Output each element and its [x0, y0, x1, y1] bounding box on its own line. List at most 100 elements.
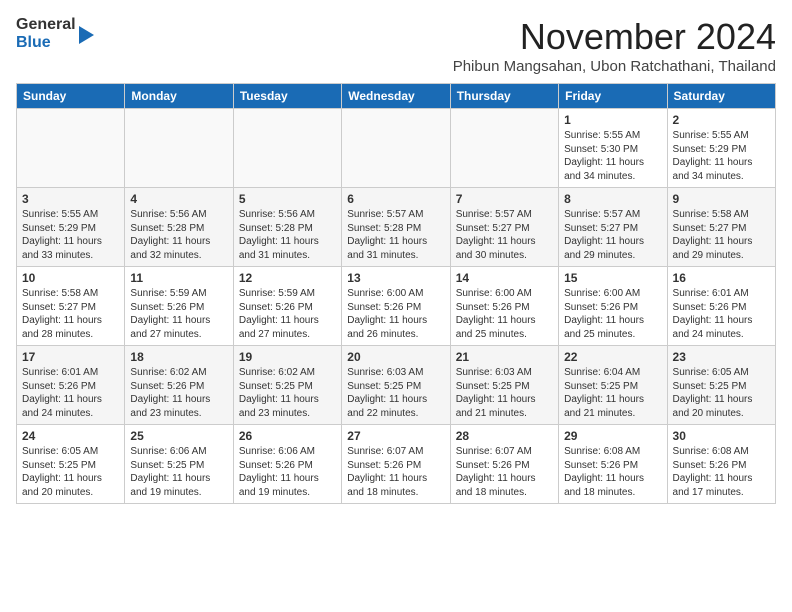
day-info: Sunrise: 5:55 AMSunset: 5:29 PMDaylight:…	[673, 129, 770, 183]
day-number: 4	[130, 192, 227, 206]
day-number: 22	[564, 350, 661, 364]
calendar-cell: 11 Sunrise: 5:59 AMSunset: 5:26 PMDayligh…	[125, 267, 233, 346]
calendar-header-tuesday: Tuesday	[233, 84, 341, 109]
logo-general: General	[16, 16, 76, 34]
day-number: 23	[673, 350, 770, 364]
day-number: 9	[673, 192, 770, 206]
day-number: 12	[239, 271, 336, 285]
day-info: Sunrise: 6:00 AMSunset: 5:26 PMDaylight:…	[564, 287, 661, 341]
day-info: Sunrise: 6:06 AMSunset: 5:25 PMDaylight:…	[130, 445, 227, 499]
calendar-week-4: 17 Sunrise: 6:01 AMSunset: 5:26 PMDayligh…	[17, 346, 776, 425]
day-number: 5	[239, 192, 336, 206]
day-number: 24	[22, 429, 119, 443]
day-info: Sunrise: 6:01 AMSunset: 5:26 PMDaylight:…	[673, 287, 770, 341]
calendar-header-monday: Monday	[125, 84, 233, 109]
calendar-cell: 12 Sunrise: 5:59 AMSunset: 5:26 PMDayligh…	[233, 267, 341, 346]
calendar-week-5: 24 Sunrise: 6:05 AMSunset: 5:25 PMDayligh…	[17, 425, 776, 504]
day-info: Sunrise: 6:08 AMSunset: 5:26 PMDaylight:…	[673, 445, 770, 499]
day-number: 10	[22, 271, 119, 285]
day-number: 16	[673, 271, 770, 285]
day-info: Sunrise: 6:00 AMSunset: 5:26 PMDaylight:…	[347, 287, 444, 341]
day-info: Sunrise: 5:59 AMSunset: 5:26 PMDaylight:…	[130, 287, 227, 341]
calendar-cell: 24 Sunrise: 6:05 AMSunset: 5:25 PMDayligh…	[17, 425, 125, 504]
day-info: Sunrise: 5:55 AMSunset: 5:29 PMDaylight:…	[22, 208, 119, 262]
day-number: 26	[239, 429, 336, 443]
calendar-cell: 29 Sunrise: 6:08 AMSunset: 5:26 PMDayligh…	[559, 425, 667, 504]
day-number: 20	[347, 350, 444, 364]
calendar-cell: 4 Sunrise: 5:56 AMSunset: 5:28 PMDaylight…	[125, 188, 233, 267]
day-info: Sunrise: 6:03 AMSunset: 5:25 PMDaylight:…	[347, 366, 444, 420]
calendar-cell: 25Sunrise: 6:06 AMSunset: 5:25 PMDayligh…	[125, 425, 233, 504]
day-number: 28	[456, 429, 553, 443]
day-number: 6	[347, 192, 444, 206]
day-info: Sunrise: 5:57 AMSunset: 5:27 PMDaylight:…	[564, 208, 661, 262]
calendar-cell: 30 Sunrise: 6:08 AMSunset: 5:26 PMDayligh…	[667, 425, 775, 504]
day-number: 21	[456, 350, 553, 364]
calendar-cell: 17 Sunrise: 6:01 AMSunset: 5:26 PMDayligh…	[17, 346, 125, 425]
calendar-cell: 15 Sunrise: 6:00 AMSunset: 5:26 PMDayligh…	[559, 267, 667, 346]
day-info: Sunrise: 6:02 AMSunset: 5:26 PMDaylight:…	[130, 366, 227, 420]
day-info: Sunrise: 6:03 AMSunset: 5:25 PMDaylight:…	[456, 366, 553, 420]
calendar-cell: 27 Sunrise: 6:07 AMSunset: 5:26 PMDayligh…	[342, 425, 450, 504]
calendar-cell: 7Sunrise: 5:57 AMSunset: 5:27 PMDaylight…	[450, 188, 558, 267]
calendar-cell: 28 Sunrise: 6:07 AMSunset: 5:26 PMDayligh…	[450, 425, 558, 504]
calendar-cell: 18Sunrise: 6:02 AMSunset: 5:26 PMDayligh…	[125, 346, 233, 425]
day-info: Sunrise: 6:05 AMSunset: 5:25 PMDaylight:…	[673, 366, 770, 420]
title-block: November 2024 Phibun Mangsahan, Ubon Rat…	[453, 16, 776, 75]
logo-arrow-icon	[79, 26, 94, 44]
calendar-cell	[450, 109, 558, 188]
calendar-cell: 26Sunrise: 6:06 AMSunset: 5:26 PMDayligh…	[233, 425, 341, 504]
logo-blue: Blue	[16, 34, 76, 52]
calendar-cell: 16 Sunrise: 6:01 AMSunset: 5:26 PMDayligh…	[667, 267, 775, 346]
day-number: 8	[564, 192, 661, 206]
day-info: Sunrise: 5:59 AMSunset: 5:26 PMDaylight:…	[239, 287, 336, 341]
calendar-cell: 14Sunrise: 6:00 AMSunset: 5:26 PMDayligh…	[450, 267, 558, 346]
calendar-cell	[233, 109, 341, 188]
calendar-cell: 9 Sunrise: 5:58 AMSunset: 5:27 PMDaylight…	[667, 188, 775, 267]
day-info: Sunrise: 5:57 AMSunset: 5:28 PMDaylight:…	[347, 208, 444, 262]
calendar-cell: 23 Sunrise: 6:05 AMSunset: 5:25 PMDayligh…	[667, 346, 775, 425]
day-info: Sunrise: 6:08 AMSunset: 5:26 PMDaylight:…	[564, 445, 661, 499]
day-number: 11	[130, 271, 227, 285]
day-info: Sunrise: 6:01 AMSunset: 5:26 PMDaylight:…	[22, 366, 119, 420]
day-info: Sunrise: 5:57 AMSunset: 5:27 PMDaylight:…	[456, 208, 553, 262]
day-info: Sunrise: 5:55 AMSunset: 5:30 PMDaylight:…	[564, 129, 661, 183]
day-number: 27	[347, 429, 444, 443]
day-number: 30	[673, 429, 770, 443]
calendar-cell	[125, 109, 233, 188]
day-number: 13	[347, 271, 444, 285]
calendar-cell: 20 Sunrise: 6:03 AMSunset: 5:25 PMDayligh…	[342, 346, 450, 425]
calendar-header-sunday: Sunday	[17, 84, 125, 109]
calendar-table: SundayMondayTuesdayWednesdayThursdayFrid…	[16, 83, 776, 504]
day-number: 29	[564, 429, 661, 443]
calendar-cell: 13 Sunrise: 6:00 AMSunset: 5:26 PMDayligh…	[342, 267, 450, 346]
calendar-cell: 10 Sunrise: 5:58 AMSunset: 5:27 PMDayligh…	[17, 267, 125, 346]
day-number: 17	[22, 350, 119, 364]
day-info: Sunrise: 6:07 AMSunset: 5:26 PMDaylight:…	[456, 445, 553, 499]
calendar-cell: 19Sunrise: 6:02 AMSunset: 5:25 PMDayligh…	[233, 346, 341, 425]
day-number: 2	[673, 113, 770, 127]
calendar-cell	[342, 109, 450, 188]
calendar-cell: 5Sunrise: 5:56 AMSunset: 5:28 PMDaylight…	[233, 188, 341, 267]
calendar-week-3: 10 Sunrise: 5:58 AMSunset: 5:27 PMDayligh…	[17, 267, 776, 346]
day-info: Sunrise: 6:04 AMSunset: 5:25 PMDaylight:…	[564, 366, 661, 420]
calendar-cell: 3Sunrise: 5:55 AMSunset: 5:29 PMDaylight…	[17, 188, 125, 267]
calendar-cell: 21 Sunrise: 6:03 AMSunset: 5:25 PMDayligh…	[450, 346, 558, 425]
day-info: Sunrise: 5:56 AMSunset: 5:28 PMDaylight:…	[130, 208, 227, 262]
day-info: Sunrise: 5:58 AMSunset: 5:27 PMDaylight:…	[673, 208, 770, 262]
day-info: Sunrise: 5:58 AMSunset: 5:27 PMDaylight:…	[22, 287, 119, 341]
day-number: 1	[564, 113, 661, 127]
month-title: November 2024	[453, 16, 776, 58]
day-number: 19	[239, 350, 336, 364]
calendar-cell: 22 Sunrise: 6:04 AMSunset: 5:25 PMDayligh…	[559, 346, 667, 425]
day-info: Sunrise: 6:07 AMSunset: 5:26 PMDaylight:…	[347, 445, 444, 499]
day-number: 15	[564, 271, 661, 285]
day-number: 14	[456, 271, 553, 285]
calendar-week-1: 1 Sunrise: 5:55 AMSunset: 5:30 PMDaylight…	[17, 109, 776, 188]
calendar-header-thursday: Thursday	[450, 84, 558, 109]
calendar-cell: 1 Sunrise: 5:55 AMSunset: 5:30 PMDaylight…	[559, 109, 667, 188]
logo-name: General Blue	[16, 16, 76, 51]
day-info: Sunrise: 6:05 AMSunset: 5:25 PMDaylight:…	[22, 445, 119, 499]
calendar-header-friday: Friday	[559, 84, 667, 109]
calendar-cell	[17, 109, 125, 188]
